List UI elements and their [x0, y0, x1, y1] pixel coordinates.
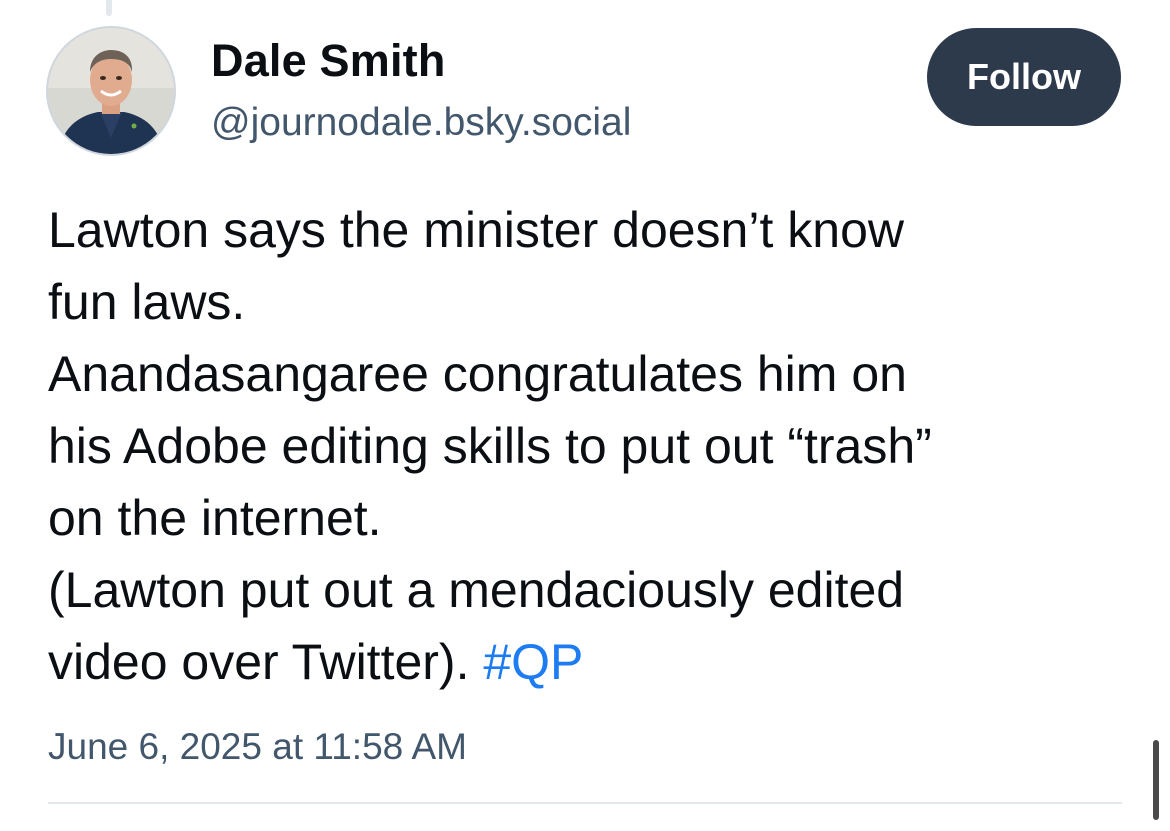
hashtag-link[interactable]: #QP [483, 634, 583, 690]
post-text-last-line: video over Twitter). #QP [48, 626, 1128, 698]
post-text-line: Anandasangaree congratulates him on [48, 346, 907, 402]
author-handle[interactable]: @journodale.bsky.social [211, 99, 631, 147]
post-text-line: Lawton says the minister doesn’t know [48, 202, 904, 258]
post-text-line: fun laws. [48, 274, 246, 330]
scrollbar-thumb[interactable] [1153, 740, 1159, 820]
avatar-photo-icon [48, 28, 174, 154]
post-view: Dale Smith @journodale.bsky.social Follo… [0, 0, 1170, 831]
thread-connector-line [106, 0, 112, 16]
author-info: Dale Smith @journodale.bsky.social [211, 34, 631, 147]
divider [48, 802, 1122, 804]
post-text-line: video over Twitter). [48, 634, 484, 690]
post-timestamp[interactable]: June 6, 2025 at 11:58 AM [48, 724, 467, 770]
post-text-line: (Lawton put out a mendaciously edited [48, 562, 905, 618]
avatar[interactable] [48, 28, 174, 154]
post-body: Lawton says the minister doesn’t know fu… [48, 194, 1128, 698]
post-text-line: on the internet. [48, 490, 382, 546]
post-text-line: his Adobe editing skills to put out “tra… [48, 418, 932, 474]
author-display-name[interactable]: Dale Smith [211, 34, 631, 88]
follow-button[interactable]: Follow [927, 28, 1121, 126]
